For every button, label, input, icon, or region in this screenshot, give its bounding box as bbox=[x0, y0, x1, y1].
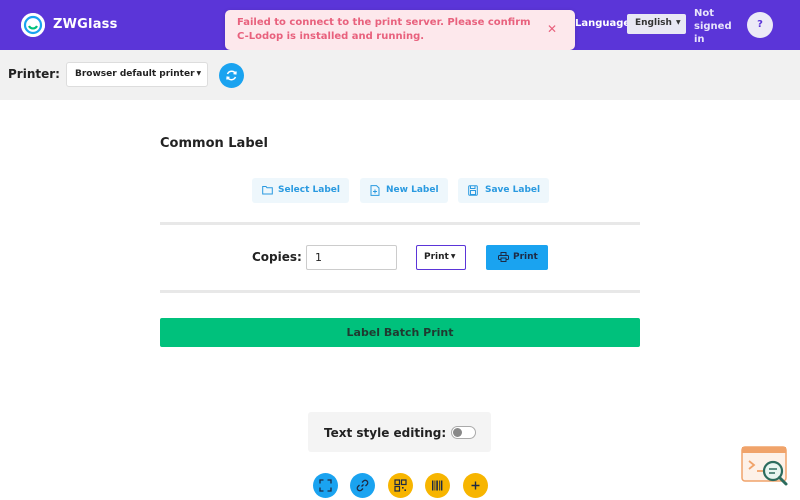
copies-label: Copies: bbox=[252, 250, 302, 264]
barcode-icon bbox=[432, 480, 443, 491]
link-icon bbox=[356, 479, 369, 492]
new-file-icon bbox=[370, 185, 380, 196]
print-mode-value: Print bbox=[424, 252, 449, 262]
link-button[interactable] bbox=[350, 473, 375, 498]
refresh-icon bbox=[226, 70, 237, 81]
save-icon bbox=[468, 185, 478, 196]
language-select[interactable]: English ▼ bbox=[627, 14, 686, 34]
language-label: Language bbox=[575, 18, 631, 29]
divider bbox=[160, 222, 640, 225]
toggle-knob bbox=[453, 428, 462, 437]
printer-icon bbox=[498, 252, 509, 262]
fullscreen-button[interactable] bbox=[313, 473, 338, 498]
printer-value: Browser default printer bbox=[75, 69, 195, 79]
printer-select[interactable]: Browser default printer ▼ bbox=[66, 62, 208, 87]
save-label-button[interactable]: Save Label bbox=[458, 178, 549, 203]
print-button-label: Print bbox=[513, 252, 538, 262]
fullscreen-icon bbox=[319, 479, 332, 492]
text-style-toggle[interactable] bbox=[451, 426, 476, 439]
qrcode-button[interactable] bbox=[388, 473, 413, 498]
plus-icon bbox=[471, 481, 480, 490]
print-button[interactable]: Print bbox=[486, 245, 548, 270]
barcode-button[interactable] bbox=[425, 473, 450, 498]
printer-bar: Printer: Browser default printer ▼ bbox=[0, 50, 800, 100]
text-style-editing-panel: Text style editing: bbox=[308, 412, 491, 452]
select-label-button[interactable]: Select Label bbox=[252, 178, 349, 203]
divider bbox=[160, 290, 640, 293]
code-search-icon bbox=[741, 446, 788, 486]
new-label-text: New Label bbox=[386, 185, 439, 195]
chevron-down-icon: ▼ bbox=[675, 19, 681, 26]
language-value: English bbox=[635, 18, 672, 28]
chevron-down-icon: ▼ bbox=[450, 253, 456, 260]
printer-label: Printer: bbox=[8, 67, 60, 81]
print-mode-select[interactable]: Print ▼ bbox=[416, 245, 466, 270]
folder-icon bbox=[262, 186, 273, 195]
refresh-printers-button[interactable] bbox=[219, 63, 244, 88]
batch-print-button[interactable]: Label Batch Print bbox=[160, 318, 640, 347]
page-title: Common Label bbox=[160, 136, 268, 151]
save-label-text: Save Label bbox=[485, 185, 541, 195]
new-label-button[interactable]: New Label bbox=[360, 178, 448, 203]
copies-input[interactable]: 1 bbox=[306, 245, 397, 270]
logo-icon bbox=[21, 13, 45, 37]
toast-message: Failed to connect to the print server. P… bbox=[237, 17, 531, 42]
qrcode-icon bbox=[394, 479, 407, 492]
signin-status[interactable]: Not signed in bbox=[694, 7, 734, 46]
chevron-down-icon: ▼ bbox=[196, 70, 202, 77]
add-button[interactable] bbox=[463, 473, 488, 498]
close-icon[interactable]: ✕ bbox=[547, 22, 557, 36]
corner-help-widget[interactable] bbox=[740, 445, 792, 490]
help-button[interactable]: ? bbox=[747, 12, 773, 38]
error-toast: Failed to connect to the print server. P… bbox=[225, 10, 575, 50]
select-label-text: Select Label bbox=[278, 185, 340, 195]
text-style-label: Text style editing: bbox=[324, 426, 447, 440]
brand-name: ZWGlass bbox=[53, 17, 118, 32]
